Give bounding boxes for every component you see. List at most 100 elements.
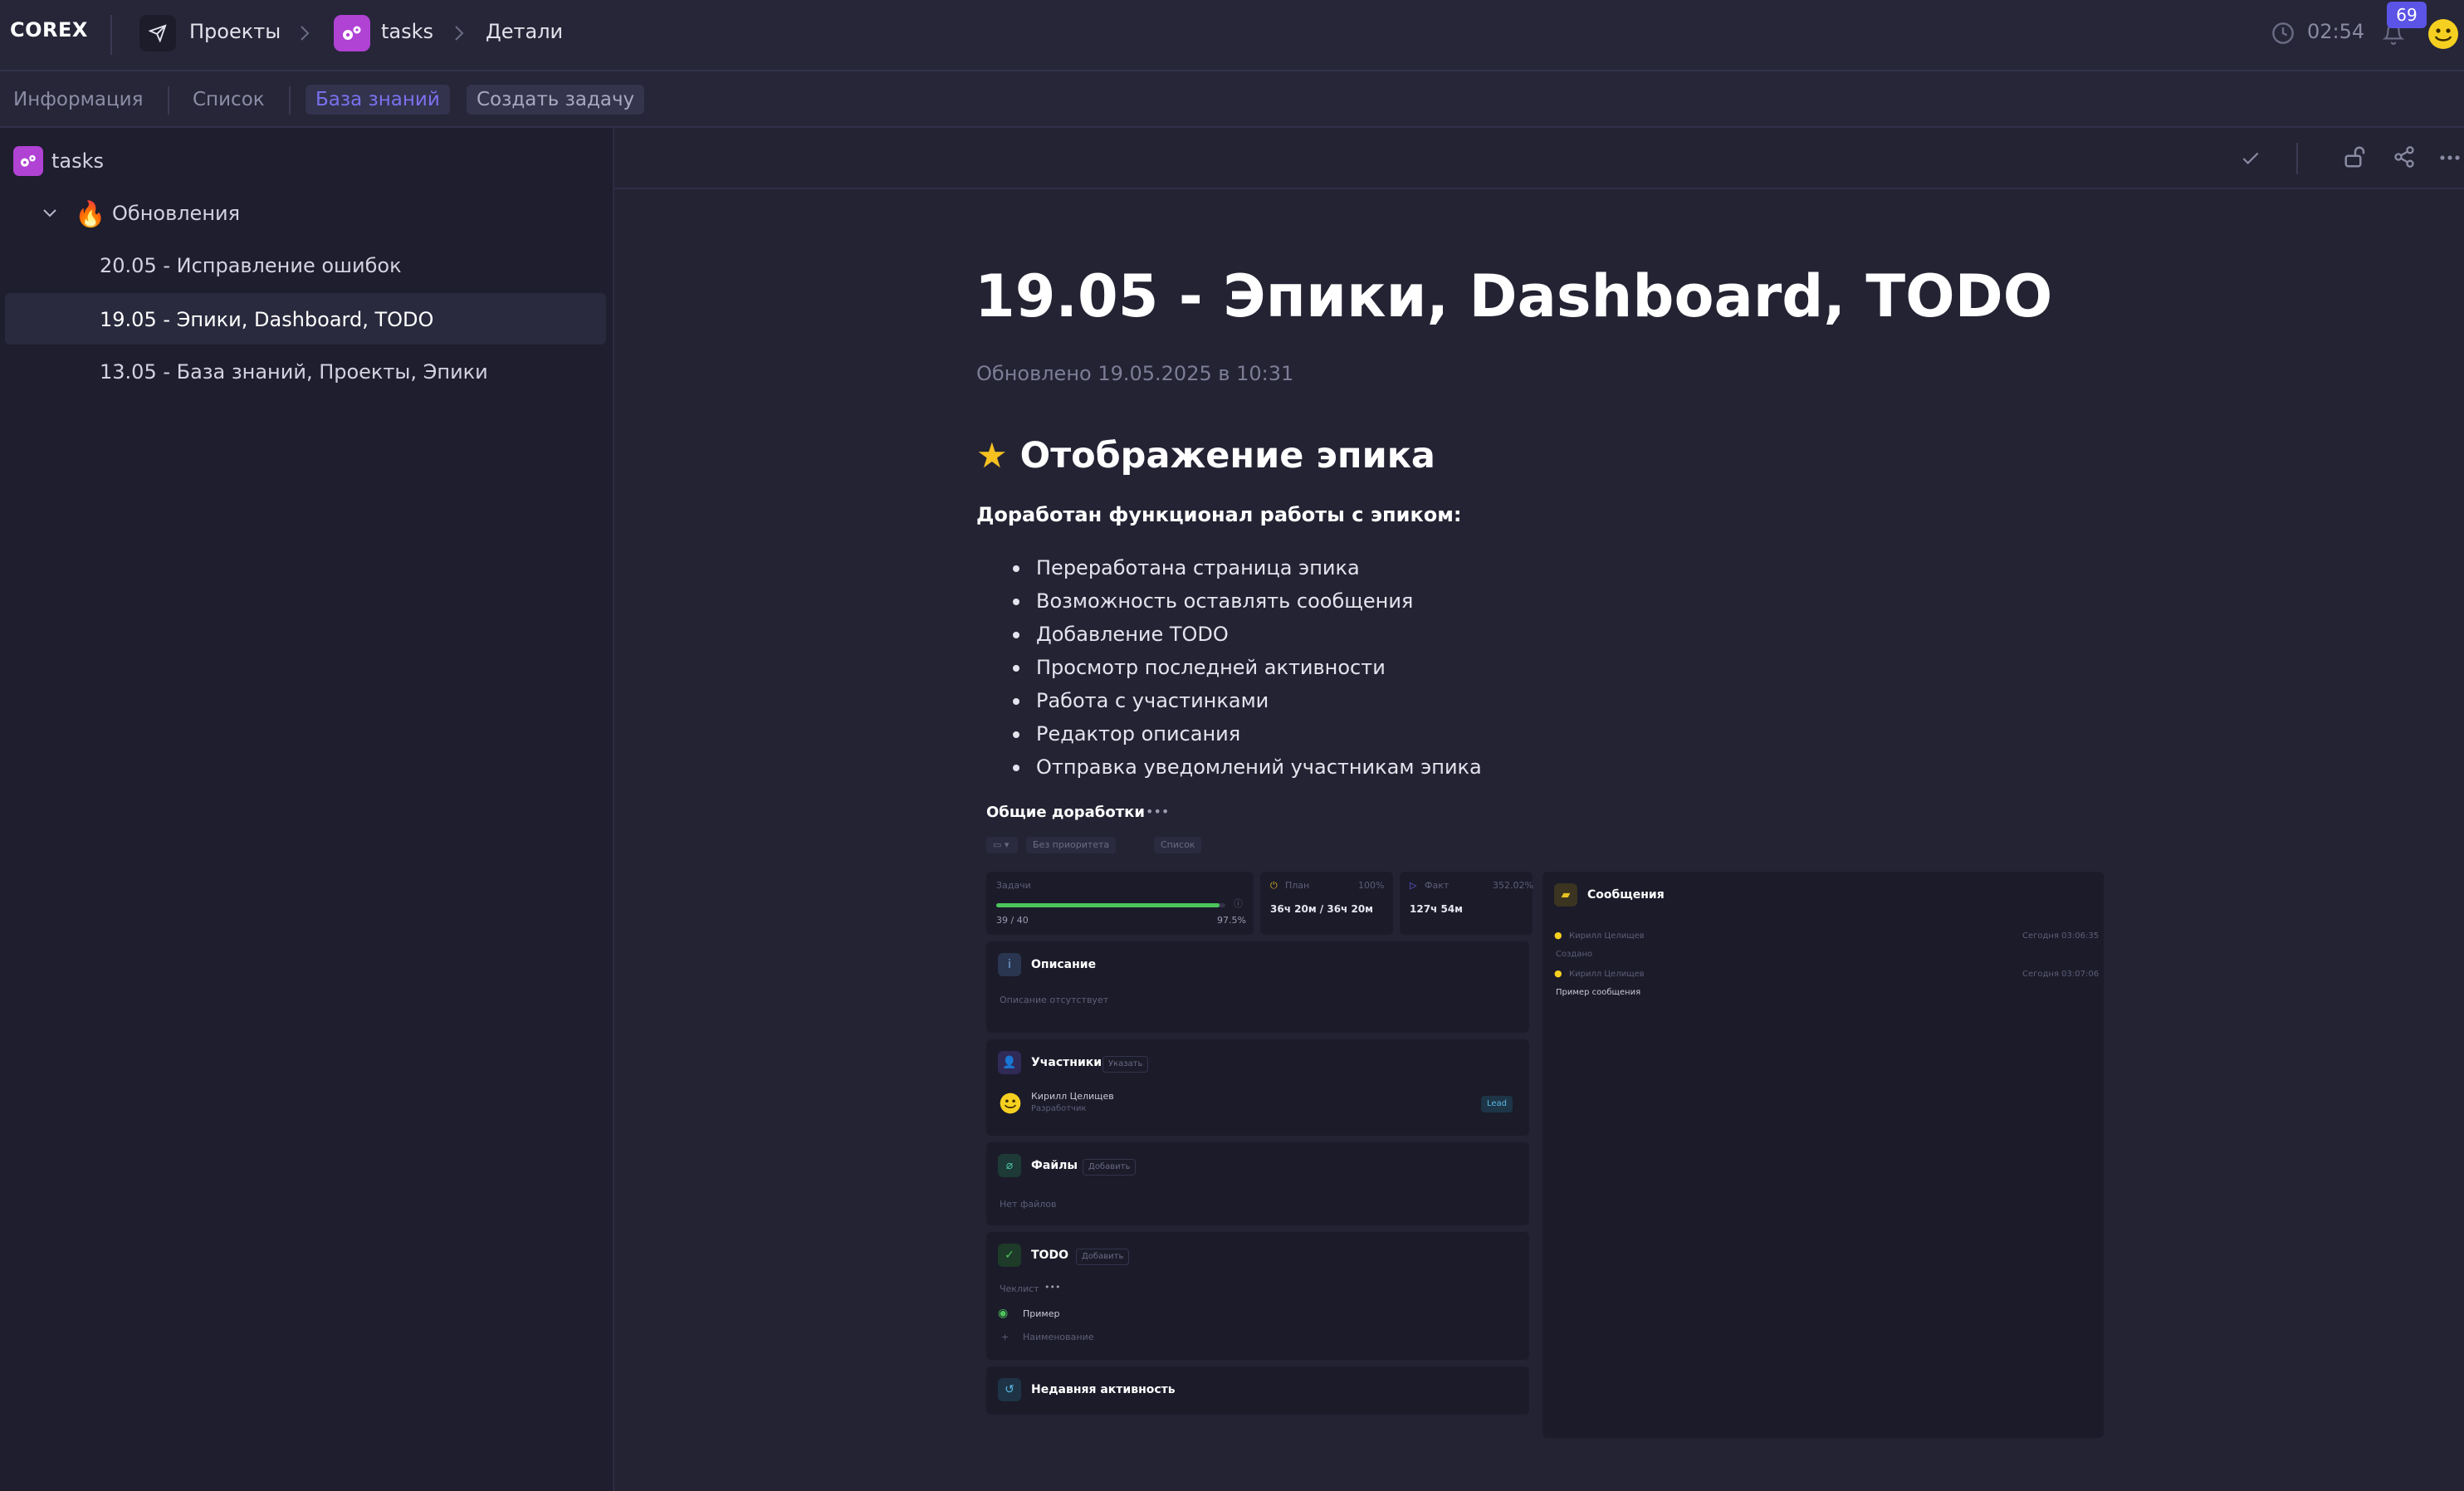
activity-card: ↺ Недавняя активность [986, 1366, 1529, 1415]
document-toolbar [614, 128, 2464, 189]
priority-chip: Без приоритета [1026, 837, 1117, 853]
view-chip: Список [1154, 837, 1202, 853]
members-title: Участники [1031, 1056, 1102, 1069]
fact-stat-card: ▷ Факт 352.02% 127ч 54м [1400, 872, 1533, 935]
description-card: i Описание Описание отсутствует [986, 941, 1529, 1033]
user-avatar[interactable] [2427, 18, 2459, 50]
breadcrumb-details: Детали [486, 20, 564, 43]
divider [289, 86, 291, 115]
play-icon: ▷ [1410, 880, 1417, 891]
files-empty: Нет файлов [1000, 1199, 1057, 1210]
chevron-down-icon[interactable] [42, 208, 58, 219]
top-bar: COREX Проекты tasks Детали 02:54 69 [0, 0, 2464, 71]
messages-card: ▰ Сообщения ● Кирилл Целищев Сегодня 03:… [1542, 872, 2104, 1438]
plan-label: План [1285, 880, 1310, 891]
files-title: Файлы [1031, 1159, 1078, 1172]
check-icon[interactable] [2240, 148, 2261, 169]
list-item: Редактор описания [1013, 717, 1482, 750]
fact-value: 127ч 54м [1410, 903, 1463, 915]
tasks-percent: 97.5% [1217, 915, 1246, 926]
assign-button: Указать [1102, 1056, 1149, 1073]
section-lead: Доработан функционал работы с эпиком: [976, 503, 1462, 526]
calendar-icon: ▭ ▾ [986, 837, 1018, 853]
message-text: Пример сообщения [1556, 988, 1641, 997]
timer-icon: ⏻ [1270, 880, 1278, 891]
more-icon[interactable] [2439, 149, 2461, 166]
add-file-button: Добавить [1083, 1159, 1137, 1176]
sidebar-item[interactable]: 13.05 - База знаний, Проекты, Эпики [5, 345, 606, 397]
clock-icon [2272, 22, 2294, 44]
gears-icon [13, 146, 43, 176]
tab-knowledge-base[interactable]: База знаний [306, 85, 450, 115]
knowledge-sidebar: tasks 🔥 Обновления 20.05 - Исправление о… [0, 128, 614, 1491]
gears-icon [334, 15, 370, 51]
fact-percent: 352.02% [1493, 880, 1533, 891]
unlock-icon[interactable] [2343, 144, 2368, 169]
check-circle-icon: ✓ [998, 1244, 1021, 1267]
user-icon: 👤 [998, 1051, 1021, 1074]
plan-percent: 100% [1358, 880, 1385, 891]
chevron-right-icon [301, 26, 310, 41]
tasks-count: 39 / 40 [996, 915, 1029, 926]
plan-value: 36ч 20м / 36ч 20м [1270, 903, 1373, 915]
share-icon[interactable] [2393, 144, 2416, 169]
check-circle-icon: ◉ [998, 1307, 1009, 1320]
section-title: Отображение эпика [1019, 435, 1435, 477]
sidebar-item-label: 19.05 - Эпики, Dashboard, TODO [100, 308, 434, 331]
more-icon: ••• [1044, 1282, 1061, 1293]
tab-information[interactable]: Информация [3, 85, 153, 115]
tab-bar: Информация Список База знаний Создать за… [0, 71, 2464, 128]
document-area: 19.05 - Эпики, Dashboard, TODO Обновлено… [614, 128, 2464, 1491]
divider [2296, 143, 2298, 174]
chevron-right-icon [455, 26, 464, 41]
app-logo[interactable]: COREX [10, 18, 88, 42]
message-time: Сегодня 03:07:06 [2022, 970, 2100, 979]
author-avatar: ● [1554, 930, 1562, 941]
todo-item: Пример [1023, 1308, 1060, 1319]
send-icon [139, 15, 176, 51]
notification-badge[interactable]: 69 [2387, 2, 2427, 28]
list-item: Отправка уведомлений участникам эпика [1013, 750, 1482, 784]
clock-time: 02:54 [2307, 20, 2365, 43]
create-task-button[interactable]: Создать задачу [467, 85, 645, 115]
star-icon: ★ [976, 435, 1008, 476]
history-icon: ↺ [998, 1378, 1021, 1401]
breadcrumb-tasks[interactable]: tasks [381, 20, 433, 43]
description-title: Описание [1031, 958, 1097, 971]
tab-list[interactable]: Список [183, 85, 275, 115]
tasks-stat-card: Задачи ⓘ 39 / 40 97.5% [986, 872, 1254, 935]
breadcrumb-projects[interactable]: Проекты [189, 20, 281, 43]
todo-placeholder: Наименование [1023, 1332, 1094, 1342]
lead-badge: Lead [1481, 1096, 1513, 1112]
member-avatar [1000, 1093, 1021, 1114]
message-author: Кирилл Целищев [1569, 970, 1645, 979]
plus-icon: + [1001, 1332, 1010, 1342]
todo-title: TODO [1031, 1249, 1068, 1262]
list-item: Возможность оставлять сообщения [1013, 584, 1482, 618]
epic-title: Общие доработки [986, 804, 1145, 821]
message-time: Сегодня 03:06:35 [2022, 931, 2100, 941]
document-updated: Обновлено 19.05.2025 в 10:31 [976, 362, 1294, 385]
members-card: 👤 Участники Указать Кирилл Целищев Разра… [986, 1039, 1529, 1136]
divider [110, 15, 112, 55]
message-text: Создано [1556, 950, 1593, 959]
section-heading: ★ Отображение эпика [976, 435, 1435, 477]
sidebar-item[interactable]: 20.05 - Исправление ошибок [5, 239, 606, 291]
activity-title: Недавняя активность [1031, 1383, 1176, 1396]
sidebar-folder-updates[interactable]: Обновления [112, 202, 240, 225]
document-title: 19.05 - Эпики, Dashboard, TODO [975, 262, 2053, 330]
messages-title: Сообщения [1587, 888, 1665, 902]
todo-card: ✓ TODO Добавить Чеклист ••• ◉ Пример + Н… [986, 1232, 1529, 1360]
embedded-screenshot: Общие доработки ••• ▭ ▾ Без приоритета С… [986, 804, 2145, 1446]
list-item: Работа с участинками [1013, 684, 1482, 717]
list-item: Добавление TODO [1013, 618, 1482, 651]
sidebar-item-selected[interactable]: 19.05 - Эпики, Dashboard, TODO [5, 293, 606, 345]
sidebar-item-label: 13.05 - База знаний, Проекты, Эпики [100, 360, 488, 384]
divider [168, 86, 169, 115]
author-avatar: ● [1554, 968, 1562, 979]
list-item: Просмотр последней активности [1013, 651, 1482, 684]
sidebar-root-tasks[interactable]: tasks [51, 149, 104, 173]
more-icon: ••• [1146, 804, 1170, 819]
member-name: Кирилл Целищев [1031, 1091, 1114, 1102]
add-todo-button: Добавить [1076, 1249, 1130, 1265]
